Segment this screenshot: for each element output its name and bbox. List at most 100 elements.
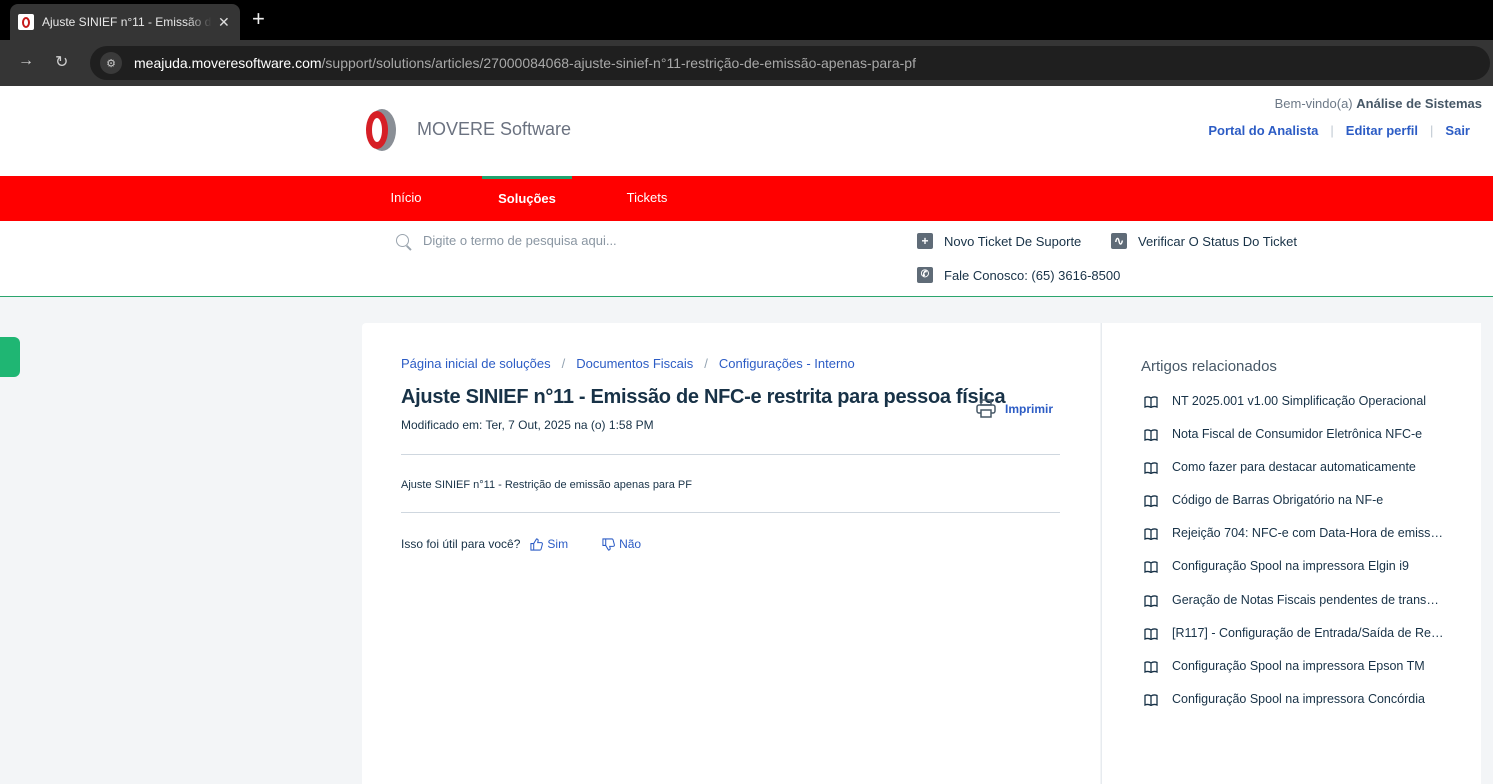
thumbs-up-icon [530, 537, 544, 551]
contact-link[interactable]: ✆ Fale Conosco: (65) 3616-8500 [917, 267, 1120, 283]
browser-tabbar: Ajuste SINIEF n°11 - Emissão de NFC-e re… [0, 0, 1493, 40]
plus-icon: + [917, 233, 933, 249]
close-tab-icon[interactable]: ✕ [218, 14, 230, 31]
related-article-title: Configuração Spool na impressora Epson T… [1172, 658, 1425, 673]
movere-logo[interactable] [360, 106, 400, 154]
brand-name: MOVERE Software [417, 119, 572, 139]
nav-item-inicio[interactable]: Início [375, 176, 437, 221]
related-article-item[interactable]: Como fazer para destacar automaticamente [1144, 460, 1444, 493]
related-article-item[interactable]: Geração de Notas Fiscais pendentes de tr… [1144, 593, 1444, 626]
feedback-section: Isso foi útil para você? Sim Não [401, 537, 641, 551]
edit-profile-link[interactable]: Editar perfil [1346, 123, 1418, 138]
nav-item-solucoes[interactable]: Soluções [482, 176, 572, 221]
article-card: Página inicial de soluções / Documentos … [362, 323, 1100, 784]
printer-icon [976, 399, 996, 418]
book-icon [1144, 462, 1158, 475]
book-icon [1144, 396, 1158, 408]
book-icon [1144, 627, 1158, 640]
nav-item-tickets[interactable]: Tickets [612, 176, 682, 221]
book-icon [1144, 429, 1158, 442]
article-title: Ajuste SINIEF n°11 - Emissão de NFC-e re… [401, 386, 1006, 408]
welcome-user: Análise de Sistemas [1356, 96, 1482, 111]
url-text: meajuda.moveresoftware.com/support/solut… [134, 55, 916, 71]
related-article-title: Como fazer para destacar automaticamente [1172, 460, 1416, 475]
breadcrumb-folder[interactable]: Configurações - Interno [719, 356, 855, 371]
print-button[interactable]: Imprimir [976, 399, 1053, 418]
related-article-item[interactable]: Configuração Spool na impressora Epson T… [1144, 659, 1444, 692]
related-article-item[interactable]: [R117] - Configuração de Entrada/Saída d… [1144, 626, 1444, 659]
book-icon [1144, 561, 1158, 574]
article-body: Ajuste SINIEF n°11 - Restrição de emissã… [401, 479, 692, 491]
book-icon [1144, 594, 1158, 607]
related-article-title: [R117] - Configuração de Entrada/Saída d… [1172, 625, 1444, 640]
feedback-no-label: Não [619, 537, 642, 551]
feedback-yes-button[interactable]: Sim [530, 537, 568, 551]
related-article-title: Rejeição 704: NFC-e com Data-Hora de emi… [1172, 526, 1444, 541]
related-article-item[interactable]: Nota Fiscal de Consumidor Eletrônica NFC… [1144, 427, 1444, 460]
link-separator: | [1330, 123, 1334, 138]
feedback-no-button[interactable]: Não [602, 537, 641, 551]
pulse-icon: ∿ [1111, 233, 1127, 249]
related-article-item[interactable]: Configuração Spool na impressora Elgin i… [1144, 559, 1444, 592]
forward-icon[interactable]: → [18, 52, 34, 70]
contact-label: Fale Conosco: (65) 3616-8500 [944, 267, 1121, 283]
related-article-title: Nota Fiscal de Consumidor Eletrônica NFC… [1172, 427, 1423, 442]
phone-icon: ✆ [917, 267, 933, 283]
main-nav: Início Soluções Tickets [0, 176, 1493, 221]
search-icon [396, 234, 409, 247]
related-article-item[interactable]: Código de Barras Obrigatório na NF-e [1144, 493, 1444, 526]
feedback-yes-label: Sim [547, 537, 569, 551]
book-icon [1144, 495, 1158, 508]
analyst-portal-link[interactable]: Portal do Analista [1208, 123, 1318, 138]
search-box [396, 233, 823, 248]
related-article-item[interactable]: Configuração Spool na impressora Concórd… [1144, 692, 1444, 725]
related-article-title: Configuração Spool na impressora Concórd… [1172, 691, 1425, 706]
tab-title: Ajuste SINIEF n°11 - Emissão de NFC-e re… [42, 15, 212, 29]
related-article-title: NT 2025.001 v1.00 Simplificação Operacio… [1172, 394, 1427, 408]
url-path: /support/solutions/articles/27000084068-… [321, 55, 916, 71]
breadcrumb-category[interactable]: Documentos Fiscais [576, 356, 693, 371]
site-favicon-icon [18, 14, 34, 30]
check-status-link[interactable]: ∿ Verificar O Status Do Ticket [1111, 233, 1297, 249]
welcome-prefix: Bem-vindo(a) [1274, 96, 1353, 111]
thumbs-down-icon [602, 537, 616, 551]
logout-link[interactable]: Sair [1445, 123, 1470, 138]
related-article-title: Configuração Spool na impressora Elgin i… [1172, 559, 1409, 574]
print-label: Imprimir [1005, 401, 1054, 416]
address-bar[interactable]: ⚙ meajuda.moveresoftware.com/support/sol… [90, 46, 1490, 80]
search-input[interactable] [423, 233, 823, 248]
reload-icon[interactable]: ↻ [55, 52, 68, 72]
browser-tab[interactable]: Ajuste SINIEF n°11 - Emissão de NFC-e re… [10, 4, 240, 40]
new-ticket-label: Novo Ticket De Suporte [944, 233, 1082, 249]
related-article-item[interactable]: NT 2025.001 v1.00 Simplificação Operacio… [1144, 394, 1444, 427]
divider [401, 454, 1060, 455]
welcome-text: Bem-vindo(a) Análise de Sistemas [1275, 96, 1482, 111]
link-separator: | [1430, 123, 1434, 138]
related-articles: Artigos relacionados NT 2025.001 v1.00 S… [1101, 323, 1481, 784]
related-title: Artigos relacionados [1141, 358, 1277, 375]
divider [401, 512, 1060, 513]
url-domain: meajuda.moveresoftware.com [134, 55, 322, 71]
related-article-item[interactable]: Rejeição 704: NFC-e com Data-Hora de emi… [1144, 526, 1444, 559]
related-list: NT 2025.001 v1.00 Simplificação Operacio… [1144, 394, 1444, 725]
book-icon [1144, 661, 1158, 673]
new-ticket-link[interactable]: + Novo Ticket De Suporte [917, 233, 1081, 249]
new-tab-icon[interactable]: + [252, 8, 265, 30]
breadcrumb-separator: / [561, 356, 566, 371]
book-icon [1144, 528, 1158, 541]
book-icon [1144, 694, 1158, 706]
related-article-title: Código de Barras Obrigatório na NF-e [1172, 493, 1384, 508]
modified-date: Modificado em: Ter, 7 Out, 2025 na (o) 1… [401, 418, 654, 432]
search-actions-bar: + Novo Ticket De Suporte ∿ Verificar O S… [0, 221, 1493, 297]
account-links: Portal do Analista | Editar perfil | Sai… [1208, 123, 1470, 138]
related-article-title: Geração de Notas Fiscais pendentes de tr… [1172, 592, 1444, 607]
breadcrumb: Página inicial de soluções / Documentos … [401, 356, 855, 371]
portal-header: MOVERE Software Bem-vindo(a) Análise de … [0, 86, 1493, 176]
check-status-label: Verificar O Status Do Ticket [1138, 233, 1297, 249]
site-info-icon[interactable]: ⚙ [100, 52, 122, 74]
side-feedback-tab[interactable] [0, 337, 20, 377]
breadcrumb-separator: / [704, 356, 708, 371]
feedback-question: Isso foi útil para você? [401, 537, 521, 551]
breadcrumb-solutions-home[interactable]: Página inicial de soluções [401, 356, 551, 371]
browser-toolbar: → ↻ ⚙ meajuda.moveresoftware.com/support… [0, 40, 1493, 86]
